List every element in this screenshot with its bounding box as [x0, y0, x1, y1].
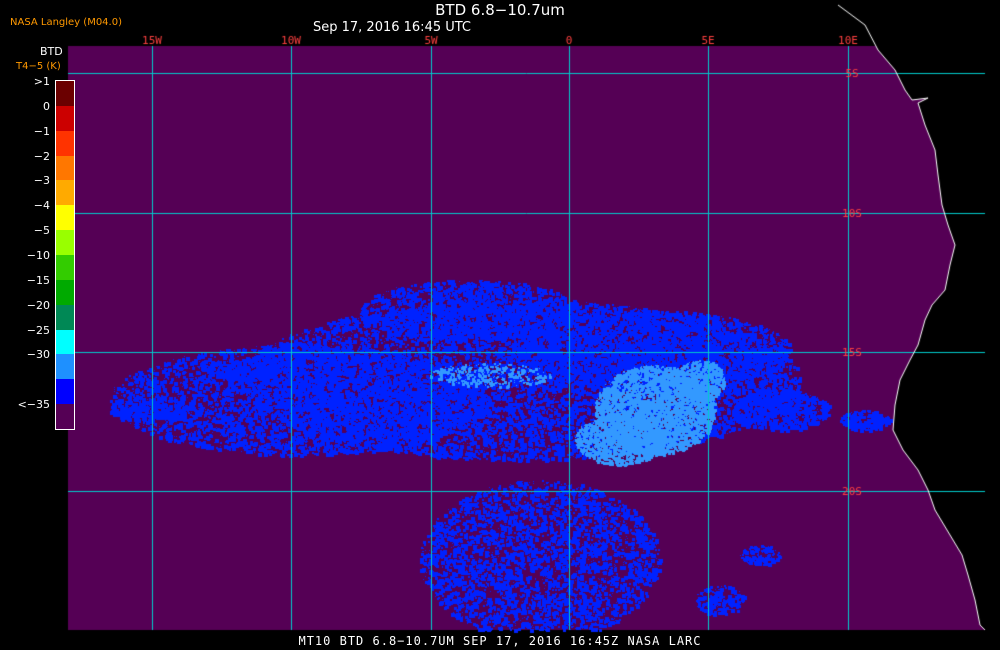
observation-date: Sep 17, 2016 16:45 UTC	[312, 20, 472, 35]
legend-tick-label: 0	[43, 99, 50, 113]
legend-tick-label: −20	[26, 298, 50, 312]
legend-tick-label: −5	[33, 224, 50, 238]
agency-label: NASA Langley (M04.0)	[10, 17, 122, 28]
legend-tick-label: −2	[33, 149, 50, 163]
satellite-map	[0, 0, 1000, 650]
legend-tick-label: −25	[26, 323, 50, 337]
legend-swatch	[56, 180, 74, 206]
legend-swatch	[56, 155, 74, 181]
product-title: BTD 6.8−10.7um	[435, 1, 565, 19]
legend-tick-label: −3	[33, 174, 50, 188]
legend-swatch	[56, 404, 74, 429]
legend-swatch	[56, 354, 74, 380]
legend-tick-label: <−35	[17, 398, 50, 412]
legend-swatch	[56, 329, 74, 355]
legend-swatch	[56, 230, 74, 255]
legend-tick-label: −30	[26, 348, 50, 362]
legend-swatch	[56, 81, 74, 106]
legend-tick-label: −15	[26, 273, 50, 287]
legend-title: BTD	[40, 45, 63, 58]
color-legend-bar	[55, 80, 75, 430]
legend-subtitle: T4−5 (K)	[16, 61, 61, 72]
legend-tick-label: −10	[26, 249, 50, 262]
legend-swatch	[56, 379, 74, 405]
legend-swatch	[56, 304, 74, 330]
legend-swatch	[56, 105, 74, 131]
legend-swatch	[56, 205, 74, 231]
footer-caption: MT10 BTD 6.8−10.7UM SEP 17, 2016 16:45Z …	[298, 634, 702, 648]
legend-swatch	[56, 255, 74, 280]
legend-tick-label: −1	[33, 124, 50, 138]
legend-swatch	[56, 279, 74, 305]
legend-tick-label: −4	[33, 199, 50, 213]
legend-tick-label: >1	[33, 75, 50, 88]
legend-swatch	[56, 130, 74, 156]
